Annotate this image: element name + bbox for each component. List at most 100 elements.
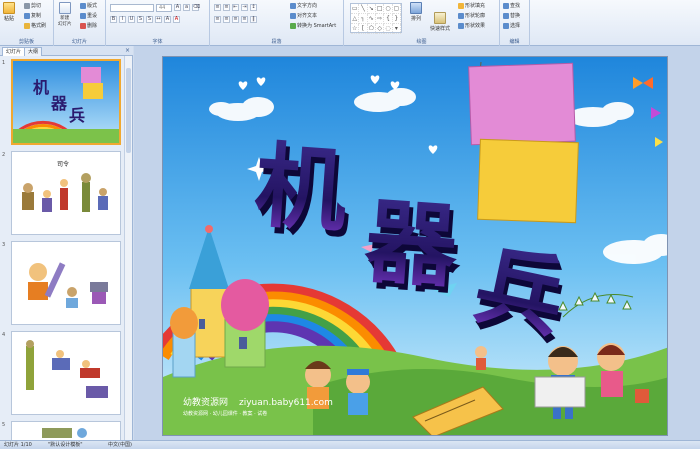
bullets-icon[interactable]: ≡ (214, 4, 221, 11)
spacing-icon[interactable]: ↔ (155, 16, 162, 23)
tab-slides[interactable]: 幻灯片 (2, 47, 26, 56)
font-color-icon[interactable]: A (173, 16, 180, 23)
slide-number: 2 (2, 152, 6, 158)
shape-textbox-icon[interactable]: ▭ (351, 4, 360, 14)
watermark-url: ziyuan.baby611.com (239, 398, 333, 408)
slide-thumbnail-2[interactable]: 司令 (11, 151, 121, 235)
clear-format-icon[interactable]: ⌫ (192, 4, 200, 11)
line-spacing-icon[interactable]: ↕ (250, 4, 257, 11)
align-right-icon[interactable]: ≡ (232, 16, 239, 23)
select-button[interactable]: 选择 (503, 22, 520, 29)
shape-brace-icon[interactable]: { (384, 14, 393, 24)
align-center-icon[interactable]: ≡ (223, 16, 230, 23)
italic-icon[interactable]: I (119, 16, 126, 23)
numbering-icon[interactable]: ≡ (223, 4, 230, 11)
shape-arrow-icon[interactable]: ↘ (367, 4, 376, 14)
strike-icon[interactable]: S (137, 16, 144, 23)
slide-thumbnail-5[interactable] (11, 421, 121, 440)
slide-canvas[interactable]: 机 机 器 器 兵 兵 幼教资源网 ziyuan.baby611.com 幼教资… (162, 56, 668, 436)
slide-4-preview (12, 332, 120, 414)
arrange-icon (410, 2, 422, 14)
slides-group: 新建 幻灯片 版式 重设 删除 幻灯片 (54, 0, 106, 46)
align-left-icon[interactable]: ≡ (214, 16, 221, 23)
replace-button[interactable]: 替换 (503, 12, 520, 19)
smartart-icon (290, 22, 296, 29)
layout-button[interactable]: 版式 (80, 2, 97, 9)
paste-button[interactable]: 粘贴 (3, 2, 15, 22)
bold-icon[interactable]: B (110, 16, 117, 23)
columns-icon[interactable]: ‖ (250, 16, 257, 23)
font-family-select[interactable] (110, 4, 154, 12)
shape-curve-icon[interactable]: ∿ (367, 14, 376, 24)
shape-rounded-icon[interactable]: ▢ (392, 4, 401, 14)
shape-rect-icon[interactable]: □ (375, 4, 385, 14)
format-painter-button[interactable]: 格式刷 (24, 22, 46, 29)
quick-styles-button[interactable]: 快速样式 (430, 12, 450, 32)
shape-elbow-icon[interactable]: ┐ (359, 14, 368, 24)
outdent-icon[interactable]: ⇤ (232, 4, 239, 11)
shape-fill-label: 形状填充 (465, 3, 486, 9)
status-bar: 幻灯片 1/10 "默认设计模板" 中文(中国) (0, 440, 700, 449)
quick-styles-icon (434, 12, 446, 24)
shadow-icon[interactable]: S (146, 16, 153, 23)
shape-fill-button[interactable]: 形状填充 (458, 2, 485, 9)
font-size-buttons: Aa ⌫ (174, 4, 200, 11)
reset-label: 重设 (87, 13, 98, 19)
slide-thumbnail-1[interactable]: 机 器 兵 (11, 59, 121, 145)
copy-button[interactable]: 复制 (24, 12, 41, 19)
paste-icon (3, 2, 15, 14)
justify-icon[interactable]: ≡ (241, 16, 248, 23)
shape-bracket-icon[interactable]: [ (359, 24, 368, 34)
font-style-buttons: B I U S S ↔ A A (110, 16, 180, 23)
scrollbar-thumb[interactable] (126, 68, 131, 153)
language-indicator[interactable]: 中文(中国) (108, 441, 132, 449)
shape-star-icon[interactable]: ☆ (351, 24, 360, 34)
clipboard-group: 粘贴 剪切 复制 格式刷 剪贴板 (0, 0, 54, 46)
shape-brace-right-icon[interactable]: } (392, 14, 401, 24)
indent-icon[interactable]: ⇥ (241, 4, 248, 11)
shape-more-icon[interactable]: ▾ (392, 24, 401, 34)
align-text-button[interactable]: 对齐文本 (290, 12, 317, 19)
case-icon[interactable]: A (164, 16, 171, 23)
shape-callout-icon[interactable]: ◌ (384, 24, 393, 34)
slide-thumbnail-4[interactable] (11, 331, 121, 415)
cut-label: 剪切 (31, 3, 42, 9)
hanging-cards (468, 61, 579, 224)
theme-name[interactable]: "默认设计模板" (48, 441, 83, 449)
panel-scrollbar[interactable] (124, 56, 132, 440)
shape-pentagon-icon[interactable]: ⬠ (367, 24, 376, 34)
drawing-group-label: 绘图 (416, 39, 427, 45)
panel-tabs: 幻灯片 大纲 × (0, 46, 133, 56)
find-button[interactable]: 查找 (503, 2, 520, 9)
shape-line-icon[interactable]: ╲ (359, 4, 368, 14)
shape-oval-icon[interactable]: ○ (384, 4, 393, 14)
shape-diamond-icon[interactable]: ◇ (375, 24, 385, 34)
new-slide-button[interactable]: 新建 幻灯片 (58, 2, 72, 27)
shape-outline-label: 形状轮廓 (465, 13, 486, 19)
shrink-font-icon[interactable]: a (183, 4, 190, 11)
text-direction-button[interactable]: 文字方向 (290, 2, 317, 9)
align-text-icon (290, 12, 296, 19)
paragraph-group-label: 段落 (271, 39, 282, 45)
find-label: 查找 (510, 3, 521, 9)
delete-slide-button[interactable]: 删除 (80, 22, 97, 29)
smartart-button[interactable]: 转换为 SmartArt (290, 22, 336, 29)
slide-thumbnail-3[interactable] (11, 241, 121, 325)
shape-effects-button[interactable]: 形状效果 (458, 22, 485, 29)
tab-outline[interactable]: 大纲 (24, 47, 43, 56)
slide-3-preview (12, 242, 120, 324)
arrange-button[interactable]: 排列 (410, 2, 422, 22)
shape-block-arrow-icon[interactable]: ⇨ (375, 14, 385, 24)
shapes-gallery[interactable]: ▭ ╲ ↘ □ ○ ▢ △ ┐ ∿ ⇨{} ☆[⬠ ◇ ◌ ▾ (350, 3, 402, 34)
shape-triangle-icon[interactable]: △ (351, 14, 360, 24)
grow-font-icon[interactable]: A (174, 4, 181, 11)
editing-group: 查找 替换 选择 编辑 (500, 0, 530, 46)
underline-icon[interactable]: U (128, 16, 135, 23)
font-size-select[interactable]: 44 (156, 4, 172, 12)
shape-outline-button[interactable]: 形状轮廓 (458, 12, 485, 19)
paste-label: 粘贴 (3, 16, 14, 22)
reset-button[interactable]: 重设 (80, 12, 97, 19)
close-icon[interactable]: × (125, 47, 130, 54)
fill-bucket-icon (458, 2, 464, 9)
cut-button[interactable]: 剪切 (24, 2, 41, 9)
